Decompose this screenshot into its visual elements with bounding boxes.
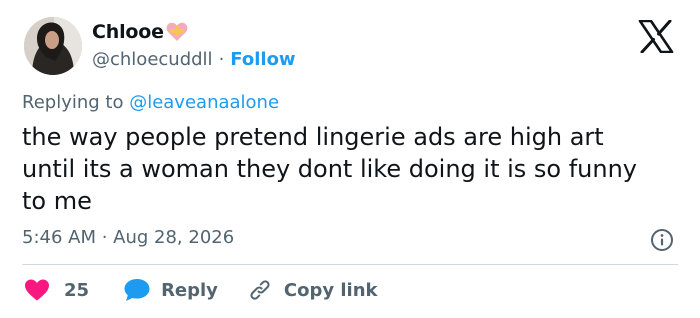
tweet-timestamp[interactable]: 5:46 AM · Aug 28, 2026 — [22, 227, 234, 248]
like-count: 25 — [64, 279, 90, 301]
action-bar: 25 Reply Copy link — [22, 277, 378, 303]
like-button[interactable]: 25 — [22, 278, 89, 302]
divider — [22, 264, 678, 265]
avatar[interactable] — [24, 17, 82, 75]
reply-mention-link[interactable]: @leaveanaalone — [129, 92, 279, 113]
copy-link-label: Copy link — [283, 279, 378, 301]
author-name-row: Chlooe — [92, 21, 188, 43]
info-icon[interactable] — [650, 228, 674, 252]
reply-label: Reply — [161, 279, 218, 301]
speech-bubble-icon — [123, 277, 151, 303]
author-handle-row: @chloecuddll · Follow — [92, 49, 296, 70]
reply-prefix: Replying to — [22, 92, 130, 113]
follow-button[interactable]: Follow — [230, 49, 295, 70]
tweet-text: the way people pretend lingerie ads are … — [22, 123, 638, 215]
heart-badge-icon — [166, 22, 188, 42]
separator-dot: · — [218, 49, 225, 70]
display-name[interactable]: Chlooe — [92, 21, 164, 43]
x-logo-icon[interactable] — [638, 19, 674, 54]
handle[interactable]: @chloecuddll — [92, 49, 213, 70]
copy-link-button[interactable]: Copy link — [248, 278, 378, 302]
link-icon — [248, 278, 272, 302]
reply-button[interactable]: Reply — [123, 277, 218, 303]
heart-icon — [24, 278, 50, 302]
reply-context: Replying to @leaveanaalone — [22, 92, 279, 113]
avatar-image — [24, 17, 82, 75]
